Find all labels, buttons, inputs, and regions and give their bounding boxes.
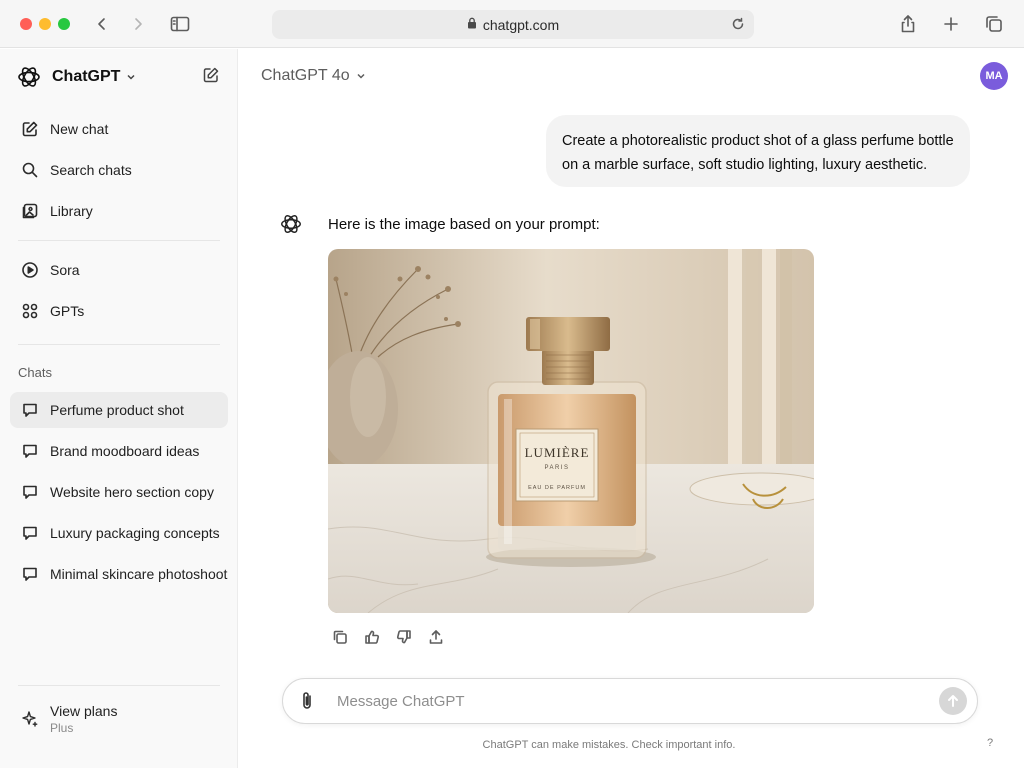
label-type: EAU DE PARFUM	[528, 485, 586, 491]
share-button[interactable]	[896, 12, 920, 36]
chat-item-website-hero[interactable]: Website hero section copy	[10, 474, 228, 510]
minimize-window-button[interactable]	[39, 18, 51, 30]
compose-button[interactable]	[202, 66, 222, 86]
library-button[interactable]: Library	[10, 193, 228, 229]
model-selector[interactable]: ChatGPT 4o	[261, 67, 366, 85]
sparkle-icon	[20, 709, 40, 729]
chat-bubble-icon	[20, 523, 40, 543]
chevron-down-icon	[357, 73, 365, 79]
message-input[interactable]	[337, 679, 897, 723]
new-chat-button[interactable]: New chat	[10, 111, 228, 147]
chat-item-luxury-packaging[interactable]: Luxury packaging concepts	[10, 515, 228, 551]
chats-section-title: Chats	[18, 365, 52, 380]
browser-toolbar: chatgpt.com	[0, 0, 1024, 48]
close-window-button[interactable]	[20, 18, 32, 30]
thumbs-up-button[interactable]	[362, 627, 382, 647]
view-plans-button[interactable]: View plans Plus	[10, 697, 228, 741]
model-name: ChatGPT 4o	[261, 67, 350, 84]
tab-overview-button[interactable]	[982, 12, 1006, 36]
message-actions	[330, 627, 446, 647]
assistant-logo-icon	[279, 212, 303, 236]
sidebar-divider	[18, 240, 220, 241]
upload-icon	[429, 630, 443, 644]
arrow-up-icon	[948, 695, 958, 707]
copy-button[interactable]	[330, 627, 350, 647]
disclaimer-text: ChatGPT can make mistakes. Check importa…	[482, 739, 736, 751]
address-bar[interactable]: chatgpt.com	[272, 10, 754, 39]
grid-icon	[20, 301, 40, 321]
chat-bubble-icon	[20, 441, 40, 461]
forward-button[interactable]	[126, 12, 150, 36]
chat-item-label: Luxury packaging concepts	[50, 525, 220, 541]
edit-icon	[203, 67, 219, 83]
gpts-button[interactable]: GPTs	[10, 293, 228, 329]
chat-item-label: Brand moodboard ideas	[50, 443, 200, 459]
tabs-icon	[986, 16, 1002, 32]
sora-button[interactable]: Sora	[10, 252, 228, 288]
share-message-button[interactable]	[426, 627, 446, 647]
url-text: chatgpt.com	[482, 16, 560, 33]
play-icon	[20, 260, 40, 280]
perfume-photo: LUMIÈRE PARIS EAU DE PARFUM	[328, 249, 814, 613]
chevron-right-icon	[135, 18, 142, 30]
label-city: PARIS	[544, 465, 569, 471]
brand-menu[interactable]: ChatGPT	[16, 63, 136, 91]
brand-name: ChatGPT	[52, 68, 121, 85]
share-icon	[901, 15, 915, 33]
chevron-left-icon	[98, 18, 105, 30]
thumbs-up-icon	[365, 630, 380, 644]
sidebar: ChatGPT New chat Search chats Library So…	[0, 49, 238, 768]
library-icon	[20, 201, 40, 221]
sidebar-divider	[18, 685, 220, 686]
new-chat-icon	[20, 119, 40, 139]
paperclip-icon	[303, 692, 311, 709]
copy-icon	[333, 630, 347, 644]
avatar[interactable]: MA	[980, 62, 1008, 90]
nav-label: Search chats	[50, 162, 132, 178]
chat-item-brand-moodboard[interactable]: Brand moodboard ideas	[10, 433, 228, 469]
new-tab-button[interactable]	[939, 12, 963, 36]
reload-button[interactable]	[730, 16, 746, 37]
label-brand: LUMIÈRE	[525, 445, 590, 460]
reload-icon	[732, 17, 744, 30]
assistant-message: Here is the image based on your prompt:	[328, 216, 600, 233]
chat-item-label: Minimal skincare photoshoot	[50, 566, 228, 582]
view-plans-label: View plans	[50, 703, 118, 719]
search-chats-button[interactable]: Search chats	[10, 152, 228, 188]
openai-logo-icon	[18, 67, 40, 87]
plus-icon	[944, 17, 958, 31]
nav-label: Library	[50, 203, 93, 219]
search-icon	[20, 160, 40, 180]
send-button[interactable]	[939, 687, 967, 715]
nav-label: Sora	[50, 262, 80, 278]
sidebar-icon	[170, 16, 190, 32]
chat-item-minimal-skincare[interactable]: Minimal skincare photoshoot	[10, 556, 228, 592]
chat-main: ChatGPT 4o MA Create a photorealistic pr…	[239, 49, 1024, 768]
sidebar-toggle-button[interactable]	[168, 12, 192, 36]
chat-item-label: Website hero section copy	[50, 484, 214, 500]
thumbs-down-icon	[396, 630, 411, 644]
chat-bubble-icon	[20, 482, 40, 502]
chat-bubble-icon	[20, 564, 40, 584]
nav-label: GPTs	[50, 303, 85, 319]
attach-button[interactable]	[297, 690, 319, 712]
lock-icon	[467, 16, 477, 34]
chat-bubble-icon	[20, 400, 40, 420]
thumbs-down-button[interactable]	[394, 627, 414, 647]
chevron-down-icon	[127, 74, 135, 80]
chat-item-perfume-product-shot[interactable]: Perfume product shot	[10, 392, 228, 428]
message-composer	[282, 678, 978, 724]
maximize-window-button[interactable]	[58, 18, 70, 30]
plan-name: Plus	[50, 721, 74, 735]
nav-label: New chat	[50, 121, 109, 137]
back-button[interactable]	[90, 12, 114, 36]
generated-image[interactable]: LUMIÈRE PARIS EAU DE PARFUM	[328, 249, 814, 613]
user-message: Create a photorealistic product shot of …	[546, 115, 970, 187]
sidebar-divider	[18, 344, 220, 345]
chat-item-label: Perfume product shot	[50, 402, 184, 418]
help-button[interactable]: ?	[987, 737, 993, 749]
